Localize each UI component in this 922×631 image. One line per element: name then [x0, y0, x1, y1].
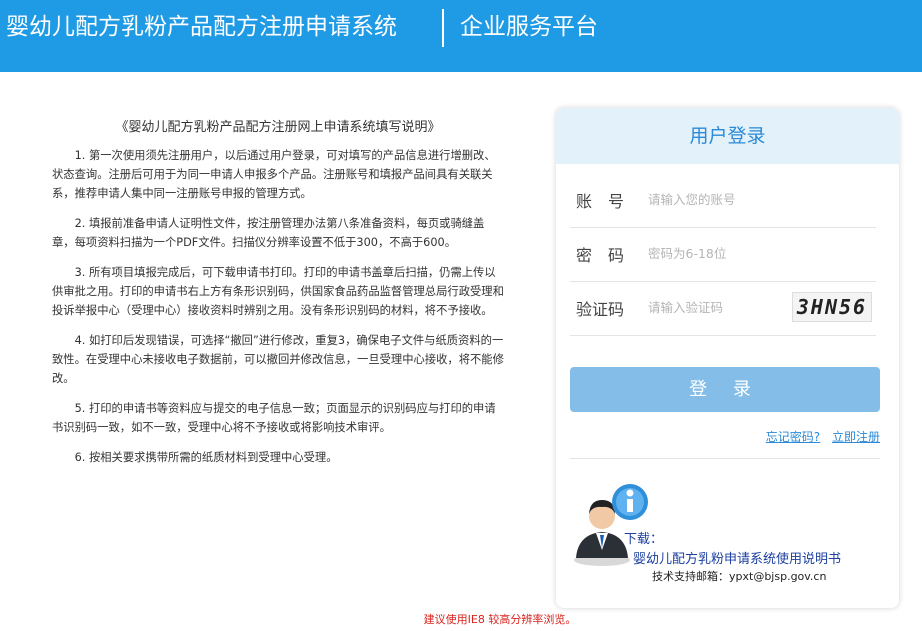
download-label: 下载： — [624, 532, 664, 547]
password-input[interactable] — [648, 242, 788, 264]
support-email: 技术支持邮箱：ypxt@bjsp.gov.cn — [652, 570, 827, 583]
instruction-item: 5. 打印的申请书等资料应与提交的电子信息一致；页面显示的识别码应与打印的申请书… — [52, 402, 496, 434]
account-input[interactable] — [648, 188, 788, 210]
account-links: 忘记密码? 立即注册 — [570, 428, 880, 446]
instructions-title: 《婴幼儿配方乳粉产品配方注册网上申请系统填写说明》 — [115, 120, 441, 135]
account-label: 账 号 — [576, 192, 625, 211]
captcha-image[interactable]: 3HN56 — [792, 292, 872, 322]
captcha-input[interactable] — [648, 296, 788, 318]
system-title: 婴幼儿配方乳粉产品配方注册申请系统 — [6, 14, 397, 40]
register-link[interactable]: 立即注册 — [832, 430, 880, 444]
captcha-row: 验证码 3HN56 — [570, 282, 876, 336]
password-label: 密 码 — [576, 246, 625, 265]
account-row: 账 号 — [570, 174, 876, 228]
forgot-password-link[interactable]: 忘记密码? — [766, 430, 820, 444]
login-button[interactable]: 登 录 — [570, 367, 880, 412]
top-banner: 婴幼儿配方乳粉产品配方注册申请系统 企业服务平台 — [0, 0, 922, 72]
login-panel: 用户登录 账 号 密 码 验证码 3HN56 登 录 忘记密码? 立即注册 下载… — [556, 108, 899, 608]
platform-title: 企业服务平台 — [460, 14, 598, 40]
panel-divider — [570, 458, 880, 459]
manual-download-link[interactable]: 婴幼儿配方乳粉申请系统使用说明书 — [633, 548, 841, 567]
header-divider — [442, 9, 444, 47]
instruction-item: 4. 如打印后发现错误，可选择“撤回”进行修改，重复3，确保电子文件与纸质资料的… — [52, 334, 504, 385]
login-title: 用户登录 — [556, 108, 899, 164]
instructions-section: 《婴幼儿配方乳粉产品配方注册网上申请系统填写说明》 1. 第一次使用须先注册用户… — [52, 118, 504, 478]
captcha-label: 验证码 — [576, 300, 625, 319]
browser-recommendation: 建议使用IE8 较高分辨率浏览。 — [423, 613, 577, 626]
instruction-item: 6. 按相关要求携带所需的纸质材料到受理中心受理。 — [74, 451, 338, 464]
instruction-item: 3. 所有项目填报完成后，可下载申请书打印。打印的申请书盖章后扫描，仍需上传以供… — [52, 266, 504, 317]
instruction-item: 2. 填报前准备申请人证明性文件，按注册管理办法第八条准备资料，每页或骑缝盖章，… — [52, 217, 485, 249]
instruction-item: 1. 第一次使用须先注册用户，以后通过用户登录，可对填写的产品信息进行增删改、状… — [52, 149, 496, 200]
password-row: 密 码 — [570, 228, 876, 282]
